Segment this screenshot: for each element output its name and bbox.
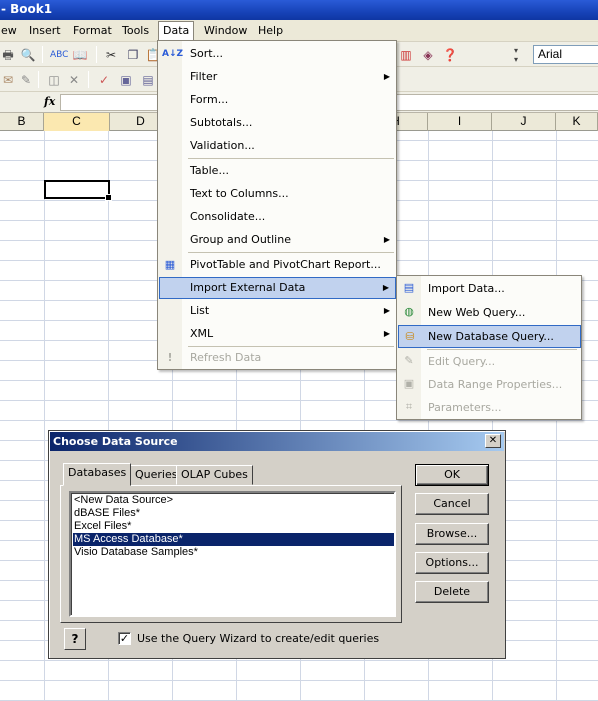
list-item[interactable]: dBASE Files* (73, 507, 394, 520)
show-comment-icon[interactable]: ◫ (46, 72, 62, 88)
close-icon[interactable]: ✕ (485, 434, 501, 448)
menu-tools[interactable]: Tools (121, 23, 150, 39)
menu-view[interactable]: ew (0, 23, 18, 39)
menu-bar: ew Insert Format Tools Data Window Help (0, 20, 598, 42)
options-button[interactable]: Options... (415, 552, 489, 574)
new-comment-icon[interactable]: ✉ (0, 72, 16, 88)
window-title-bar: - Book1 (0, 0, 598, 20)
copy-icon[interactable]: ❐ (125, 47, 141, 63)
menu-item-form[interactable]: Form... (159, 89, 396, 111)
drawing-icon[interactable]: ◈ (420, 47, 436, 63)
dialog-title-bar: Choose Data Source ✕ (50, 432, 504, 451)
menu-item-new-web-query[interactable]: ◍ New Web Query... (398, 301, 581, 324)
dialog-title: Choose Data Source (53, 435, 178, 448)
list-item[interactable]: Visio Database Samples* (73, 546, 394, 559)
tab-databases[interactable]: Databases (63, 463, 132, 486)
menu-item-parameters[interactable]: ⌗ Parameters... (398, 396, 581, 419)
menu-item-consolidate[interactable]: Consolidate... (159, 206, 396, 228)
help-button[interactable]: ? (64, 628, 86, 650)
font-name-box[interactable]: Arial (533, 45, 598, 64)
data-source-list[interactable]: <New Data Source> dBASE Files* Excel Fil… (69, 491, 396, 617)
menu-item-edit-query[interactable]: ✎ Edit Query... (398, 350, 581, 373)
choose-data-source-dialog: Choose Data Source ✕ Databases Queries O… (48, 430, 506, 659)
research-icon[interactable]: 📖 (72, 47, 88, 63)
toolbar-options-icon[interactable]: ▾ ▾ (514, 46, 522, 64)
menu-item-validation[interactable]: Validation... (159, 135, 396, 157)
data-menu: A↓Z Sort... Filter ▶ Form... Subtotals..… (157, 40, 397, 370)
menu-item-list[interactable]: List ▶ (159, 300, 396, 322)
delete-button[interactable]: Delete (415, 581, 489, 603)
pivot-table-icon: ▦ (164, 258, 176, 271)
active-cell[interactable] (44, 180, 112, 201)
menu-item-filter[interactable]: Filter ▶ (159, 66, 396, 88)
help-icon[interactable]: ❓ (442, 47, 458, 63)
cancel-button[interactable]: Cancel (415, 493, 489, 515)
insert-function-icon[interactable]: fx (44, 95, 55, 108)
delete-comment-icon[interactable]: ✕ (66, 72, 82, 88)
list-item[interactable]: Excel Files* (73, 520, 394, 533)
menu-item-subtotals[interactable]: Subtotals... (159, 112, 396, 134)
import-external-data-submenu: ▤ Import Data... ◍ New Web Query... ⛁ Ne… (396, 275, 582, 420)
print-preview-icon[interactable]: 🔍 (20, 47, 36, 63)
menu-insert[interactable]: Insert (28, 23, 62, 39)
sort-az-icon: A↓Z (162, 49, 184, 59)
menu-window[interactable]: Window (203, 23, 248, 39)
submenu-arrow-icon: ▶ (383, 72, 390, 81)
edit-comment-icon[interactable]: ✎ (18, 72, 34, 88)
menu-item-refresh-data[interactable]: ! Refresh Data (159, 347, 396, 369)
tab-olap-cubes[interactable]: OLAP Cubes (176, 465, 253, 485)
menu-help[interactable]: Help (257, 23, 284, 39)
menu-item-table[interactable]: Table... (159, 160, 396, 182)
list-item-selected[interactable]: MS Access Database* (73, 533, 394, 546)
parameters-icon: ⌗ (405, 400, 413, 413)
review-icon[interactable]: ▤ (140, 72, 156, 88)
submenu-arrow-icon: ▶ (383, 329, 390, 338)
menu-data[interactable]: Data (158, 21, 195, 41)
menu-item-import-external-data[interactable]: Import External Data ▶ (159, 277, 396, 299)
refresh-icon: ! (167, 351, 173, 364)
menu-item-import-data[interactable]: ▤ Import Data... (398, 277, 581, 300)
merge-icon[interactable]: ▣ (118, 72, 134, 88)
checkmark-icon: ✓ (119, 632, 130, 645)
web-query-icon: ◍ (404, 305, 414, 318)
column-header[interactable]: K (556, 113, 598, 131)
column-header[interactable]: B (0, 113, 44, 131)
track-changes-icon[interactable]: ✓ (96, 72, 112, 88)
browse-button[interactable]: Browse... (415, 523, 489, 545)
submenu-arrow-icon: ▶ (383, 306, 390, 315)
column-header[interactable]: C (44, 113, 110, 131)
edit-query-icon: ✎ (404, 354, 414, 367)
menu-item-text-to-columns[interactable]: Text to Columns... (159, 183, 396, 205)
cut-icon[interactable]: ✂ (103, 47, 119, 63)
column-header[interactable]: I (428, 113, 492, 131)
submenu-arrow-icon: ▶ (382, 283, 389, 292)
query-wizard-checkbox[interactable]: ✓ (118, 632, 131, 645)
column-header[interactable]: J (492, 113, 556, 131)
import-data-icon: ▤ (403, 281, 415, 294)
list-item[interactable]: <New Data Source> (73, 494, 394, 507)
menu-item-group-and-outline[interactable]: Group and Outline ▶ (159, 229, 396, 251)
submenu-arrow-icon: ▶ (383, 235, 390, 244)
menu-item-xml[interactable]: XML ▶ (159, 323, 396, 345)
tab-queries[interactable]: Queries (130, 465, 183, 485)
menu-item-new-database-query[interactable]: ⛁ New Database Query... (398, 325, 581, 348)
help-icon: ? (71, 632, 79, 646)
chart-wizard-icon[interactable]: ▥ (398, 47, 414, 63)
print-icon[interactable]: 🖶 (0, 47, 16, 63)
window-title: - Book1 (1, 2, 53, 16)
database-query-icon: ⛁ (405, 330, 415, 343)
menu-item-pivottable[interactable]: ▦ PivotTable and PivotChart Report... (159, 254, 396, 276)
menu-item-data-range-properties[interactable]: ▣ Data Range Properties... (398, 373, 581, 396)
query-wizard-label: Use the Query Wizard to create/edit quer… (137, 632, 380, 645)
menu-format[interactable]: Format (72, 23, 113, 39)
ok-button[interactable]: OK (415, 464, 489, 486)
spelling-icon[interactable]: ABC (50, 47, 68, 63)
menu-item-sort[interactable]: A↓Z Sort... (159, 43, 396, 65)
data-range-properties-icon: ▣ (403, 377, 415, 390)
